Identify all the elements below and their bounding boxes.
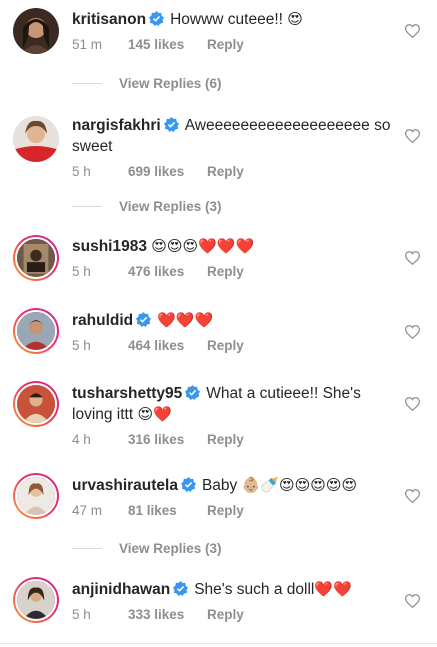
divider (72, 206, 102, 207)
view-replies-button[interactable]: View Replies (3) (72, 541, 222, 556)
heart-outline-icon[interactable] (405, 594, 420, 608)
divider (0, 643, 437, 644)
comment-time: 5 h (72, 338, 91, 353)
avatar[interactable] (13, 8, 59, 54)
likes-count[interactable]: 699 likes (128, 164, 207, 179)
emoji: ❤️❤️❤️ (157, 312, 214, 329)
likes-count[interactable]: 145 likes (128, 37, 207, 52)
verified-badge-icon (173, 581, 189, 596)
avatar[interactable] (13, 381, 59, 427)
avatar[interactable] (13, 116, 59, 162)
username[interactable]: tusharshetty95 (72, 385, 182, 402)
comment-text: tusharshetty95 What a cutieee!! She's lov… (72, 383, 392, 425)
emoji: ❤️❤️ (314, 581, 352, 598)
divider (72, 83, 102, 84)
likes-count[interactable]: 464 likes (128, 338, 207, 353)
comment-body: Howww cuteee!! (170, 11, 283, 28)
emoji: 😍❤️ (137, 406, 172, 423)
heart-outline-icon[interactable] (405, 325, 420, 339)
verified-badge-icon (136, 312, 152, 327)
reply-button[interactable]: Reply (207, 607, 244, 622)
username[interactable]: anjinidhawan (72, 581, 170, 598)
avatar[interactable] (13, 308, 59, 354)
view-replies-button[interactable]: View Replies (6) (72, 76, 222, 91)
avatar[interactable] (13, 473, 59, 519)
verified-badge-icon (180, 477, 196, 492)
reply-button[interactable]: Reply (207, 338, 244, 353)
emoji: 👶🏼🍼😍😍😍😍😍 (241, 477, 358, 494)
comment-time: 5 h (72, 607, 91, 622)
comment-time: 47 m (72, 503, 103, 518)
avatar[interactable] (13, 577, 59, 623)
username[interactable]: sushi1983 (72, 238, 147, 255)
username[interactable]: nargisfakhri (72, 117, 161, 134)
likes-count[interactable]: 333 likes (128, 607, 207, 622)
reply-button[interactable]: Reply (207, 164, 244, 179)
verified-badge-icon (185, 385, 201, 400)
comment-time: 5 h (72, 164, 91, 179)
emoji: 😍😍😍❤️❤️❤️ (151, 238, 255, 255)
heart-outline-icon[interactable] (405, 251, 420, 265)
comment-text: urvashirautela Baby 👶🏼🍼😍😍😍😍😍 (72, 475, 392, 496)
likes-count[interactable]: 81 likes (128, 503, 207, 518)
heart-outline-icon[interactable] (405, 24, 420, 38)
view-replies-label: View Replies (3) (119, 199, 222, 214)
heart-outline-icon[interactable] (405, 397, 420, 411)
comment-body: Baby (201, 477, 238, 494)
heart-outline-icon[interactable] (405, 489, 420, 503)
reply-button[interactable]: Reply (207, 432, 244, 447)
comment-text: anjinidhawan She's such a dolll❤️❤️ (72, 579, 392, 600)
emoji: 😍 (287, 11, 303, 28)
comment-time: 4 h (72, 432, 91, 447)
comment-body: She's such a dolll (194, 581, 315, 598)
comment-time: 5 h (72, 264, 91, 279)
view-replies-label: View Replies (3) (119, 541, 222, 556)
divider (72, 548, 102, 549)
avatar[interactable] (13, 235, 59, 281)
comment-time: 51 m (72, 37, 103, 52)
comment-text: nargisfakhri Aweeeeeeeeeeeeeeeeeee so swe… (72, 115, 392, 157)
reply-button[interactable]: Reply (207, 37, 244, 52)
verified-badge-icon (163, 117, 179, 132)
comment-text: rahuldid ❤️❤️❤️ (72, 310, 392, 331)
username[interactable]: rahuldid (72, 312, 133, 329)
verified-badge-icon (149, 11, 165, 26)
username[interactable]: kritisanon (72, 11, 146, 28)
view-replies-label: View Replies (6) (119, 76, 222, 91)
reply-button[interactable]: Reply (207, 503, 244, 518)
comment-text: kritisanon Howww cuteee!! 😍 (72, 9, 392, 30)
likes-count[interactable]: 476 likes (128, 264, 207, 279)
comment-text: sushi1983 😍😍😍❤️❤️❤️ (72, 236, 392, 257)
username[interactable]: urvashirautela (72, 477, 178, 494)
view-replies-button[interactable]: View Replies (3) (72, 199, 222, 214)
likes-count[interactable]: 316 likes (128, 432, 207, 447)
heart-outline-icon[interactable] (405, 129, 420, 143)
reply-button[interactable]: Reply (207, 264, 244, 279)
